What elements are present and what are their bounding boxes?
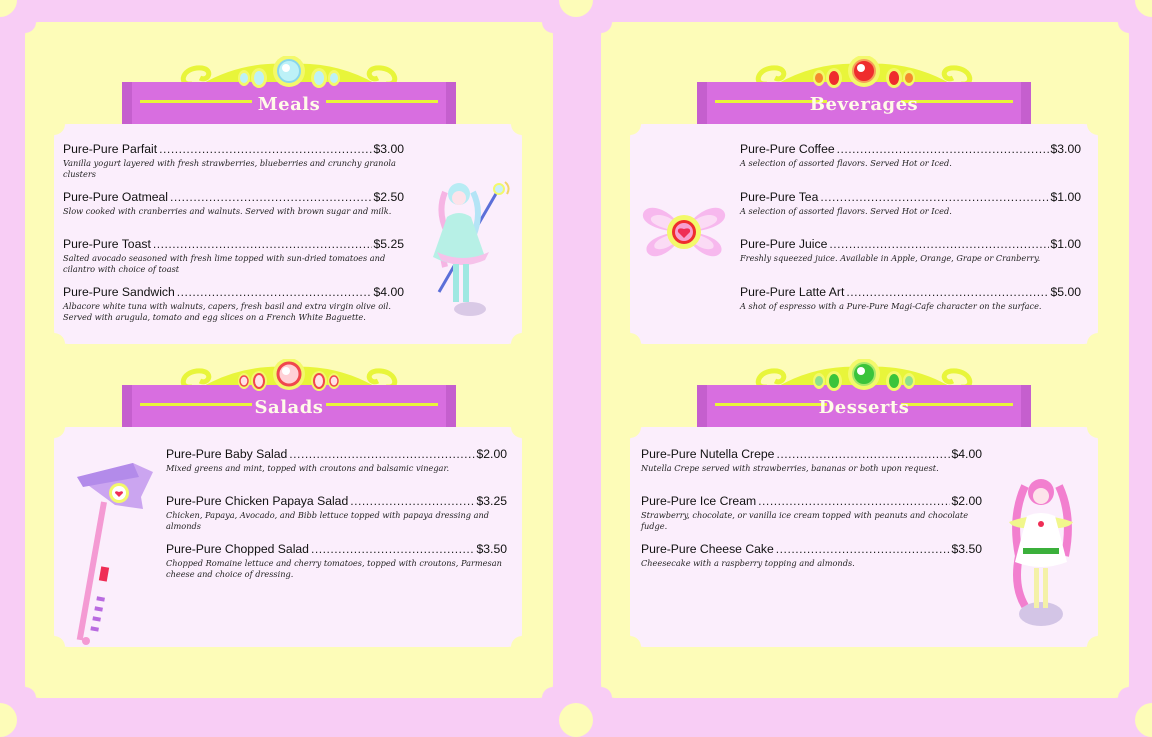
- item-name: Pure-Pure Sandwich: [63, 285, 175, 299]
- item-price: $2.50: [373, 190, 405, 204]
- item-description: Nutella Crepe served with strawberries, …: [641, 463, 939, 473]
- menu-item: Pure-Pure Coffee $3.00 A selection of ass…: [740, 142, 1081, 169]
- item-name: Pure-Pure Latte Art: [740, 285, 845, 299]
- menu-item: Pure-Pure Baby Salad $2.00 Mixed greens a…: [166, 447, 507, 474]
- item-description: Salted avocado seasoned with fresh lime …: [63, 253, 386, 274]
- winged-heart-brooch-icon: [642, 207, 726, 257]
- item-name: Pure-Pure Baby Salad: [166, 447, 288, 461]
- item-price: $5.25: [373, 237, 405, 251]
- item-name: Pure-Pure Ice Cream: [641, 494, 757, 508]
- item-price: $3.00: [1050, 142, 1082, 156]
- menu-item: Pure-Pure Toast $5.25 Salted avocado seas…: [63, 237, 404, 275]
- item-name: Pure-Pure Toast: [63, 237, 151, 251]
- corner-dot: [0, 703, 17, 737]
- menu-page-left: Meals Pure-Pure Parfait $3.00 Vanilla yog…: [14, 11, 564, 709]
- salads-banner: Salads: [122, 359, 456, 429]
- item-description: A selection of assorted flavors. Served …: [740, 206, 952, 216]
- item-price: $3.00: [373, 142, 405, 156]
- item-price: $3.25: [476, 494, 508, 508]
- item-price: $2.00: [951, 494, 983, 508]
- item-price: $4.00: [951, 447, 983, 461]
- menu-item: Pure-Pure Oatmeal $2.50 Slow cooked with …: [63, 190, 404, 217]
- item-description: A selection of assorted flavors. Served …: [740, 158, 952, 168]
- green-gem-icon: [813, 359, 915, 391]
- beverages-banner: Beverages: [697, 56, 1031, 126]
- pink-gem-icon: [238, 359, 340, 391]
- item-name: Pure-Pure Chicken Papaya Salad: [166, 494, 349, 508]
- magic-wand-icon: [76, 463, 153, 645]
- magical-girl-blue-illustration: [433, 181, 510, 316]
- item-name: Pure-Pure Tea: [740, 190, 819, 204]
- menu-item: Pure-Pure Ice Cream $2.00 Strawberry, cho…: [641, 494, 982, 532]
- item-name: Pure-Pure Juice: [740, 237, 828, 251]
- menu-item: Pure-Pure Cheese Cake $3.50 Cheesecake wi…: [641, 542, 982, 569]
- desserts-title: Desserts: [818, 397, 910, 418]
- item-price: $2.00: [476, 447, 508, 461]
- item-price: $3.50: [476, 542, 508, 556]
- item-description: Slow cooked with cranberries and walnuts…: [63, 206, 392, 216]
- item-description: Albacore white tuna with walnuts, capers…: [63, 301, 391, 322]
- item-price: $4.00: [373, 285, 405, 299]
- item-description: Cheesecake with a raspberry topping and …: [641, 558, 855, 568]
- item-description: A shot of espresso with a Pure-Pure Magi…: [740, 301, 1042, 311]
- menu-item: Pure-Pure Chopped Salad $3.50 Chopped Rom…: [166, 542, 507, 580]
- item-price: $1.00: [1050, 190, 1082, 204]
- meals-banner: Meals: [122, 56, 456, 126]
- menu-item: Pure-Pure Sandwich $4.00 Albacore white t…: [63, 285, 404, 323]
- item-price: $5.00: [1050, 285, 1082, 299]
- corner-dot: [559, 0, 593, 17]
- red-gem-icon: [813, 56, 915, 88]
- item-description: Mixed greens and mint, topped with crout…: [166, 463, 450, 473]
- menu-page-right: Beverages Pure-Pure Coffee $3.00 A select…: [590, 11, 1140, 709]
- item-description: Freshly squeezed juice. Available in App…: [740, 253, 1041, 263]
- menu-item: Pure-Pure Parfait $3.00 Vanilla yogurt la…: [63, 142, 404, 180]
- beverages-title: Beverages: [809, 94, 919, 115]
- item-name: Pure-Pure Parfait: [63, 142, 158, 156]
- item-price: $3.50: [951, 542, 983, 556]
- menu-item: Pure-Pure Tea $1.00 A selection of assort…: [740, 190, 1081, 217]
- item-description: Vanilla yogurt layered with fresh strawb…: [63, 158, 396, 179]
- item-name: Pure-Pure Cheese Cake: [641, 542, 774, 556]
- item-name: Pure-Pure Chopped Salad: [166, 542, 309, 556]
- item-name: Pure-Pure Oatmeal: [63, 190, 168, 204]
- menu-item: Pure-Pure Juice $1.00 Freshly squeezed ju…: [740, 237, 1081, 264]
- item-name: Pure-Pure Coffee: [740, 142, 835, 156]
- desserts-banner: Desserts: [697, 359, 1031, 429]
- corner-dot: [559, 703, 593, 737]
- light-blue-gem-icon: [238, 56, 340, 88]
- menu-item: Pure-Pure Nutella Crepe $4.00 Nutella Cre…: [641, 447, 982, 474]
- magical-girl-pink-illustration: [1009, 479, 1073, 626]
- salads-title: Salads: [254, 397, 324, 418]
- corner-dot: [0, 0, 17, 17]
- item-description: Chopped Romaine lettuce and cherry tomat…: [166, 558, 502, 579]
- item-name: Pure-Pure Nutella Crepe: [641, 447, 775, 461]
- meals-title: Meals: [257, 94, 321, 115]
- corner-dot: [1135, 703, 1152, 737]
- menu-item: Pure-Pure Chicken Papaya Salad $3.25 Chic…: [166, 494, 507, 532]
- menu-item: Pure-Pure Latte Art $5.00 A shot of espre…: [740, 285, 1081, 312]
- item-description: Chicken, Papaya, Avocado, and Bibb lettu…: [166, 510, 490, 531]
- item-price: $1.00: [1050, 237, 1082, 251]
- item-description: Strawberry, chocolate, or vanilla ice cr…: [641, 510, 969, 531]
